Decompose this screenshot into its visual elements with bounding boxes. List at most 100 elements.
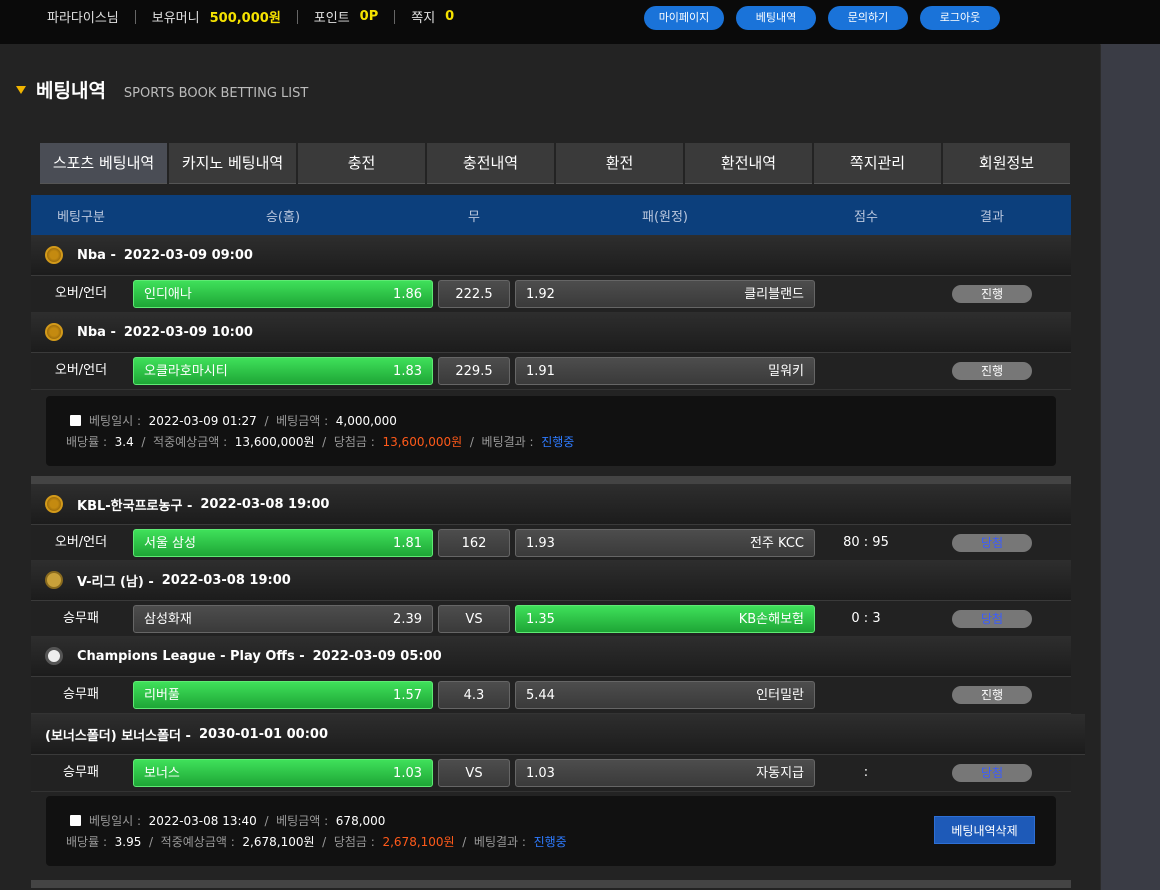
bet-type: 오버/언더	[54, 363, 108, 378]
bet-summary: 베팅일시 : 2022-03-09 01:27 / 베팅금액 : 4,000,0…	[46, 396, 1056, 466]
bet-amount: 4,000,000	[335, 414, 397, 428]
odds-label: 배당률	[66, 835, 100, 849]
home-team: 오클라호마시티	[144, 364, 228, 379]
away-team: KB손해보험	[738, 612, 804, 627]
bet-type: 오버/언더	[54, 286, 108, 301]
betting-history-button[interactable]: 베팅내역	[736, 6, 816, 30]
league-name: Nba -	[77, 247, 116, 263]
inquiry-button[interactable]: 문의하기	[828, 6, 908, 30]
bet-time-label: 베팅일시	[89, 814, 134, 828]
bet-type: 오버/언더	[54, 535, 108, 550]
draw-cell[interactable]: VS	[438, 759, 510, 787]
away-odds-cell[interactable]: 1.92 클리블랜드	[515, 280, 815, 308]
prize-label: 당첨금	[333, 835, 367, 849]
tab-withdraw[interactable]: 환전	[556, 143, 683, 184]
soccer-ball-icon	[45, 647, 63, 665]
result-badge: 당첨	[952, 534, 1032, 552]
score: 80 : 95	[843, 535, 889, 550]
odds-label: 배당률	[66, 435, 100, 449]
away-odds-cell[interactable]: 5.44 인터밀란	[515, 681, 815, 709]
result-badge: 진행	[952, 362, 1032, 380]
away-team: 인터밀란	[756, 688, 804, 703]
tab-member-info[interactable]: 회원정보	[943, 143, 1070, 184]
odds-value: 3.95	[114, 835, 142, 849]
away-odds: 1.91	[526, 364, 555, 379]
bet-type: 승무패	[63, 765, 99, 780]
home-team: 보너스	[144, 766, 180, 781]
select-checkbox[interactable]	[70, 815, 81, 826]
delete-history-button[interactable]: 베팅내역삭제	[934, 816, 1035, 844]
away-odds-cell[interactable]: 1.35 KB손해보험	[515, 605, 815, 633]
game-time: 2022-03-08 19:00	[161, 572, 291, 588]
expected-label: 적중예상금액	[153, 435, 220, 449]
tab-messages[interactable]: 쪽지관리	[814, 143, 941, 184]
note-count[interactable]: 0	[445, 9, 454, 24]
home-odds: 1.03	[393, 766, 422, 781]
summary-line-1: 베팅일시 : 2022-03-09 01:27 / 베팅금액 : 4,000,0…	[70, 412, 397, 429]
point-value: 0P	[359, 9, 379, 24]
away-team: 전주 KCC	[749, 536, 804, 551]
home-odds-cell[interactable]: 삼성화재 2.39	[133, 605, 433, 633]
logout-button[interactable]: 로그아웃	[920, 6, 1000, 30]
home-odds-cell[interactable]: 인디애나 1.86	[133, 280, 433, 308]
score	[821, 677, 911, 713]
game-header: (보너스폴더) 보너스폴더 - 2030-01-01 00:00	[31, 714, 1085, 755]
bet-result-label: 베팅결과	[473, 835, 519, 849]
bet-result-label: 베팅결과	[481, 435, 526, 449]
game-time: 2022-03-09 10:00	[123, 324, 253, 340]
away-odds: 1.35	[526, 612, 555, 627]
note-label[interactable]: 쪽지	[411, 7, 435, 26]
prize-value: 2,678,100원	[382, 835, 455, 849]
home-odds-cell[interactable]: 서울 삼성 1.81	[133, 529, 433, 557]
bet-row: 승무패 리버풀 1.57 4.3 5.44 인터밀란 진행	[31, 677, 1071, 714]
away-odds-cell[interactable]: 1.93 전주 KCC	[515, 529, 815, 557]
draw-cell[interactable]: 4.3	[438, 681, 510, 709]
page-header: 베팅내역 SPORTS BOOK BETTING LIST	[16, 76, 308, 103]
away-team: 밀워키	[768, 364, 804, 379]
mypage-button[interactable]: 마이페이지	[644, 6, 724, 30]
home-odds-cell[interactable]: 리버풀 1.57	[133, 681, 433, 709]
volleyball-icon	[45, 571, 63, 589]
home-odds-cell[interactable]: 보너스 1.03	[133, 759, 433, 787]
bet-time: 2022-03-09 01:27	[148, 414, 257, 428]
game-header: Nba - 2022-03-09 09:00	[31, 235, 1071, 276]
tab-deposit-history[interactable]: 충전내역	[427, 143, 554, 184]
tab-deposit[interactable]: 충전	[298, 143, 425, 184]
away-odds-cell[interactable]: 1.91 밀워키	[515, 357, 815, 385]
select-checkbox[interactable]	[70, 415, 81, 426]
away-odds: 1.92	[526, 287, 555, 302]
tab-withdraw-history[interactable]: 환전내역	[685, 143, 812, 184]
home-odds-cell[interactable]: 오클라호마시티 1.83	[133, 357, 433, 385]
money-value: 500,000원	[209, 11, 281, 26]
bet-amount-label: 베팅금액	[276, 414, 321, 428]
prize-value: 13,600,000원	[382, 435, 463, 449]
home-odds: 1.81	[393, 536, 422, 551]
home-team: 리버풀	[144, 688, 180, 703]
header-draw: 무	[468, 209, 480, 225]
tab-sports-betting[interactable]: 스포츠 베팅내역	[40, 143, 167, 184]
bet-type: 승무패	[63, 687, 99, 702]
draw-cell[interactable]: VS	[438, 605, 510, 633]
result-badge: 당첨	[952, 764, 1032, 782]
draw-cell[interactable]: 222.5	[438, 280, 510, 308]
league-name: Champions League - Play Offs -	[77, 648, 305, 664]
bet-result-value: 진행중	[533, 835, 567, 849]
away-odds-cell[interactable]: 1.03 자동지급	[515, 759, 815, 787]
result-badge: 진행	[952, 686, 1032, 704]
right-panel	[1101, 44, 1160, 890]
home-odds: 1.57	[393, 688, 422, 703]
divider	[296, 9, 298, 24]
game-header: KBL-한국프로농구 - 2022-03-08 19:00	[31, 484, 1071, 525]
header-score: 점수	[854, 209, 878, 225]
draw-cell[interactable]: 229.5	[438, 357, 510, 385]
basketball-icon	[45, 495, 63, 513]
tab-casino-betting[interactable]: 카지노 베팅내역	[169, 143, 296, 184]
home-team: 인디애나	[144, 287, 192, 302]
bet-amount-label: 베팅금액	[276, 814, 321, 828]
score	[821, 276, 911, 312]
league-name: KBL-한국프로농구 -	[77, 498, 193, 514]
home-odds: 1.86	[393, 287, 422, 302]
game-time: 2022-03-09 09:00	[123, 247, 253, 263]
basketball-icon	[45, 246, 63, 264]
draw-cell[interactable]: 162	[438, 529, 510, 557]
